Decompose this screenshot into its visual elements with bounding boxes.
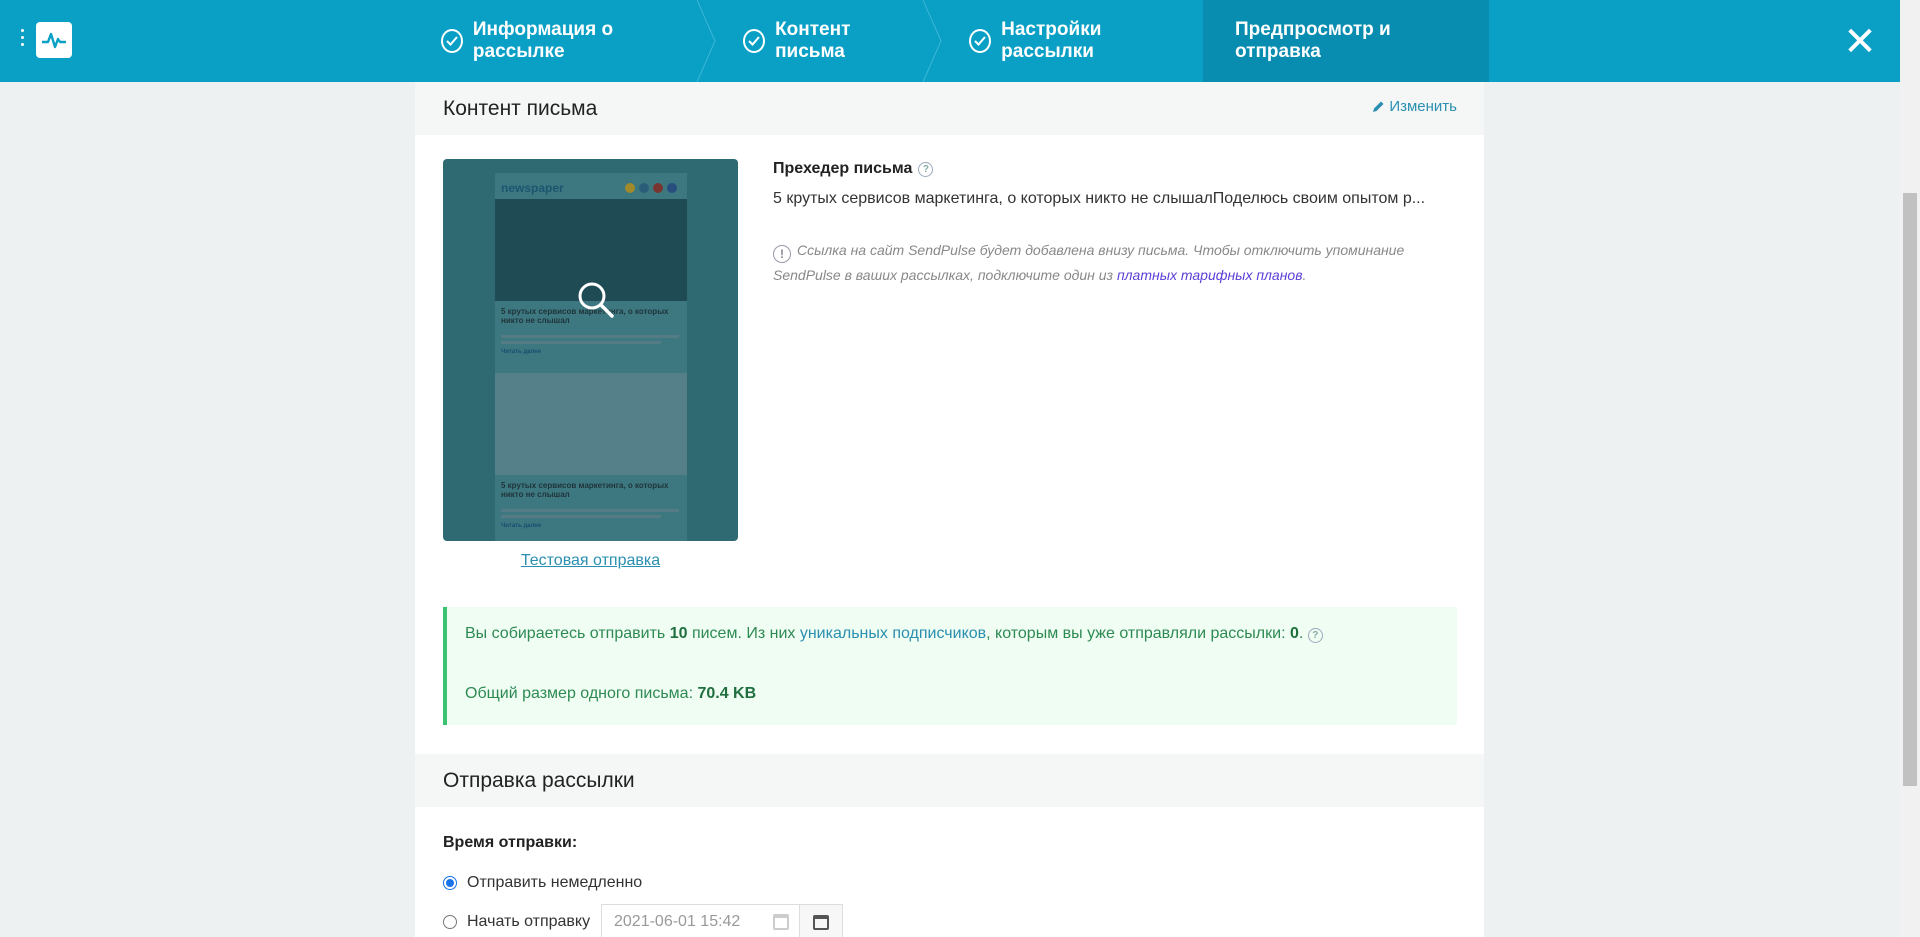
preview-text-line [501,341,661,344]
preview-article-title: 5 крутых сервисов маркетинга, о которых … [501,481,669,499]
step-campaign-settings[interactable]: Настройки рассылки [933,0,1203,82]
option-schedule[interactable]: Начать отправку [443,913,590,931]
send-now-radio[interactable] [443,876,457,890]
summary-text: . [1298,625,1304,642]
schedule-label: Начать отправку [467,913,591,930]
preview-paper: newspaper 5 крутых сервисов маркетинга, … [495,173,687,541]
datetime-value: 2021-06-01 15:42 [614,913,741,930]
menu-icon[interactable] [20,29,26,49]
info-icon: ! [773,245,791,263]
preview-image [495,373,687,475]
unique-subscribers-link[interactable]: уникальных подписчиков [800,625,986,642]
page-scrollbar[interactable] [1900,0,1920,937]
check-icon [441,29,463,53]
datetime-input[interactable]: 2021-06-01 15:42 [601,904,799,937]
preview-text-line [501,335,679,338]
step-email-content[interactable]: Контент письма [707,0,942,82]
top-bar: Информация о рассылке Контент письма Нас… [0,0,1900,82]
section-title: Отправка рассылки [443,769,635,792]
email-preview-thumbnail[interactable]: newspaper 5 крутых сервисов маркетинга, … [443,159,738,541]
step-label: Настройки рассылки [1001,19,1102,62]
help-icon[interactable]: ? [1307,628,1323,643]
letters-count: 10 [669,625,688,642]
scrollbar-thumb[interactable] [1903,193,1917,786]
paid-plans-link[interactable]: платных тарифных планов [1117,267,1303,283]
edit-link[interactable]: Изменить [1372,98,1457,115]
option-send-now[interactable]: Отправить немедленно [443,874,642,892]
preview-read-more: Читать далее [501,349,542,355]
send-time-label: Время отправки: [443,834,578,851]
preheader-title: Прехедер письма ? [773,160,934,178]
close-button[interactable]: ✕ [1840,22,1880,62]
check-icon [743,29,766,53]
check-icon [969,29,992,53]
sendpulse-notice: ! Ссылка на сайт SendPulse будет добавлен… [773,238,1433,287]
step-preview-send[interactable]: Предпросмотр и отправка [1203,0,1489,82]
sent-before-count: 0 [1289,625,1299,642]
summary-line-size: Общий размер одного письма: 70.4 KB [465,685,756,703]
calendar-icon [813,914,829,930]
wizard-steps: Информация о рассылке Контент письма Нас… [405,0,1489,82]
preheader-text: 5 крутых сервисов маркетинга, о которых … [773,190,1426,207]
app-logo-icon[interactable] [36,22,72,58]
step-label: Информация о рассылке [472,19,614,62]
section-title: Контент письма [443,97,598,120]
magnifier-icon [578,282,614,318]
notice-end: . [1302,267,1307,283]
preview-text-line [501,509,679,512]
content-section-header: Контент письма Изменить [415,82,1484,135]
notice-text: Ссылка на сайт SendPulse будет добавлена… [773,242,1405,283]
size-value: 70.4 KB [697,685,757,702]
help-icon[interactable]: ? [918,161,934,177]
step-label: Предпросмотр и отправка [1235,19,1391,62]
send-now-label: Отправить немедленно [467,874,643,891]
preheader-label: Прехедер письма [773,160,913,177]
summary-text: Вы собираетесь отправить [465,625,666,642]
main-panel: Контент письма Изменить newspaper 5 крут… [415,82,1484,937]
step-campaign-info[interactable]: Информация о рассылке [405,0,716,82]
summary-text: писем. Из них [691,625,796,642]
preview-text-line [501,515,661,518]
calendar-icon [773,914,789,930]
calendar-button[interactable] [799,904,843,937]
preview-read-more: Читать далее [501,523,542,529]
size-label: Общий размер одного письма: [465,685,694,702]
summary-line-recipients: Вы собираетесь отправить 10 писем. Из ни… [465,625,1323,643]
preview-social-icons [625,183,677,193]
schedule-radio[interactable] [443,915,457,929]
send-summary-box: Вы собираетесь отправить 10 писем. Из ни… [443,607,1457,725]
summary-text: , которым вы уже отправляли рассылки: [986,625,1286,642]
edit-label: Изменить [1389,98,1457,115]
pencil-icon [1373,101,1384,112]
step-label: Контент письма [775,19,851,62]
test-send-link[interactable]: Тестовая отправка [415,552,766,570]
send-section-header: Отправка рассылки [415,754,1484,807]
preview-brand: newspaper [501,181,564,195]
